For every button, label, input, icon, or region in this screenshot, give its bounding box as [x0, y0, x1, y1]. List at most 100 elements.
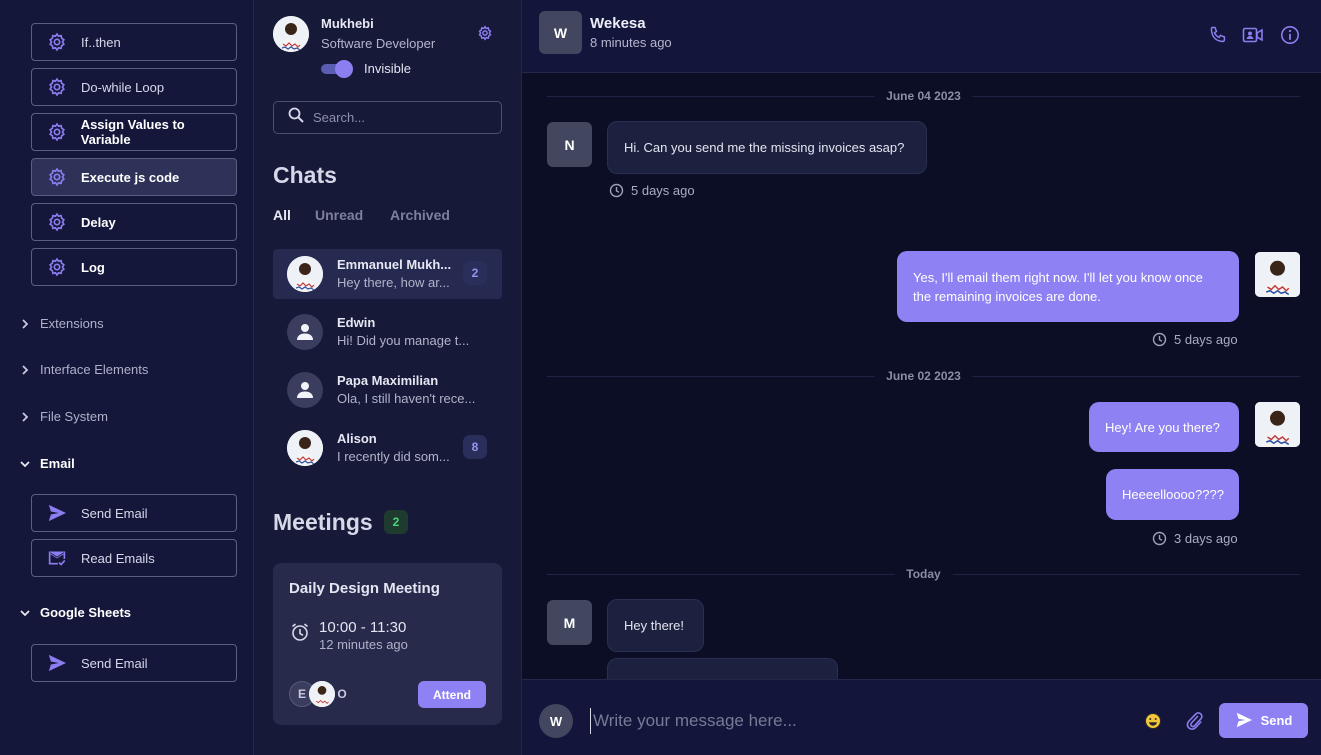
contact-name: Wekesa [590, 15, 646, 32]
message-preview: I recently did som... [337, 449, 450, 464]
section-extensions[interactable]: Extensions [18, 316, 104, 331]
message-preview: Hey there, how ar... [337, 275, 450, 290]
user-icon [287, 372, 323, 408]
sender-avatar: N [547, 122, 592, 167]
composer-avatar: W [539, 704, 573, 738]
workflow-item-label: Assign Values to Variable [80, 117, 185, 147]
my-avatar [1255, 402, 1300, 447]
profile-avatar[interactable] [273, 16, 309, 52]
message-input[interactable] [590, 708, 1110, 734]
workflow-item-if-then[interactable]: If..then [31, 23, 237, 61]
timestamp-text: 5 days ago [631, 183, 695, 198]
workflow-item-label: Send Email [81, 655, 148, 671]
tab-unread[interactable]: Unread [315, 207, 363, 223]
participant-list: E O [289, 681, 369, 707]
chat-item[interactable]: Alison I recently did som... 8 [273, 423, 502, 473]
section-file-system[interactable]: File System [18, 409, 108, 424]
message-bubble-incoming: Hi. Can you send me the missing invoices… [607, 121, 927, 174]
unread-badge: 8 [463, 435, 487, 459]
message-bubble-outgoing: Hey! Are you there? [1089, 402, 1239, 452]
video-call-icon[interactable] [1242, 24, 1264, 46]
last-seen: 8 minutes ago [590, 35, 672, 50]
date-label: June 02 2023 [874, 369, 973, 383]
message-text: Hey! Are you there? [1105, 419, 1220, 435]
profile-role: Software Developer [321, 36, 436, 51]
chevron-right-icon [18, 363, 32, 377]
workflow-item-label: Delay [81, 214, 116, 230]
chevron-down-icon [18, 606, 32, 620]
workflow-item-label: Do-while Loop [81, 79, 165, 95]
chat-item[interactable]: Emmanuel Mukh... Hey there, how ar... 2 [273, 249, 502, 299]
send-icon [46, 502, 68, 524]
search-box [273, 101, 502, 134]
send-icon [1235, 712, 1253, 730]
workflow-item-label: Execute js code [81, 169, 180, 185]
mail-check-icon [46, 547, 68, 569]
unread-badge: 2 [463, 261, 487, 285]
meeting-ago: 12 minutes ago [319, 637, 408, 652]
tab-all[interactable]: All [273, 207, 291, 223]
section-email[interactable]: Email [18, 456, 75, 471]
section-google-sheets[interactable]: Google Sheets [18, 605, 131, 620]
contact-avatar[interactable]: W [539, 11, 582, 54]
my-avatar [1255, 252, 1300, 297]
send-button[interactable]: Send [1219, 703, 1308, 738]
user-icon [287, 314, 323, 350]
message-bubble-outgoing: Heeeelloooo???? [1106, 469, 1239, 520]
message-text: Heeeelloooo???? [1122, 487, 1224, 502]
message-bubble-incoming: Hey there! [607, 599, 704, 652]
message-timestamp: 3 days ago [1152, 531, 1238, 546]
paperclip-icon[interactable] [1185, 711, 1203, 731]
message-timestamp: 5 days ago [609, 183, 695, 198]
tab-archived[interactable]: Archived [390, 207, 450, 223]
message-timestamp: 5 days ago [1152, 332, 1238, 347]
attend-button[interactable]: Attend [418, 681, 486, 708]
gear-icon [46, 76, 68, 98]
workflow-item-delay[interactable]: Delay [31, 203, 237, 241]
chat-item[interactable]: Edwin Hi! Did you manage t... [273, 307, 502, 357]
date-divider: Today [547, 567, 1300, 581]
workflow-item-read-emails[interactable]: Read Emails [31, 539, 237, 577]
timestamp-text: 3 days ago [1174, 531, 1238, 546]
status-toggle[interactable] [321, 60, 353, 78]
meetings-count-badge: 2 [384, 510, 408, 534]
contact-avatar [287, 430, 323, 466]
date-divider: June 04 2023 [547, 89, 1300, 103]
chats-panel: Mukhebi Software Developer Invisible Cha… [254, 0, 522, 755]
meeting-card: Daily Design Meeting 10:00 - 11:30 12 mi… [273, 563, 502, 725]
workflow-item-sheets-send-email[interactable]: Send Email [31, 644, 237, 682]
phone-icon[interactable] [1207, 24, 1229, 46]
meetings-title: Meetings [273, 509, 373, 535]
settings-gear-icon[interactable] [476, 24, 494, 42]
contact-name: Edwin [337, 315, 376, 330]
timestamp-text: 5 days ago [1174, 332, 1238, 347]
emoji-icon[interactable] [1144, 712, 1162, 730]
date-divider: June 02 2023 [547, 369, 1300, 383]
date-label: Today [894, 567, 953, 581]
chevron-down-icon [18, 457, 32, 471]
info-icon[interactable] [1279, 24, 1301, 46]
message-text: Yes, I'll email them right now. I'll let… [913, 269, 1203, 304]
workflow-item-log[interactable]: Log [31, 248, 237, 286]
workflow-item-execute-js[interactable]: Execute js code [31, 158, 237, 196]
message-composer: W Send [522, 679, 1321, 755]
section-label: Extensions [40, 316, 104, 331]
contact-name: Alison [337, 431, 377, 446]
toggle-knob [335, 60, 353, 78]
section-interface-elements[interactable]: Interface Elements [18, 362, 148, 377]
message-text: Hi. Can you send me the missing invoices… [624, 140, 905, 155]
gear-icon [46, 121, 68, 143]
workflow-item-assign-values[interactable]: Assign Values to Variable [31, 113, 237, 151]
participant-avatar: O [337, 687, 347, 701]
workflow-item-send-email[interactable]: Send Email [31, 494, 237, 532]
alarm-clock-icon [290, 622, 310, 642]
search-input[interactable] [313, 110, 493, 125]
chats-title: Chats [273, 162, 337, 188]
workflow-item-do-while-loop[interactable]: Do-while Loop [31, 68, 237, 106]
workflow-item-label: Read Emails [81, 550, 155, 566]
workflow-sidebar: If..then Do-while Loop Assign Values to … [0, 0, 254, 755]
clock-icon [1152, 332, 1167, 347]
chat-item[interactable]: Papa Maximilian Ola, I still haven't rec… [273, 365, 502, 415]
workflow-item-label: If..then [81, 34, 121, 50]
gear-icon [46, 166, 68, 188]
